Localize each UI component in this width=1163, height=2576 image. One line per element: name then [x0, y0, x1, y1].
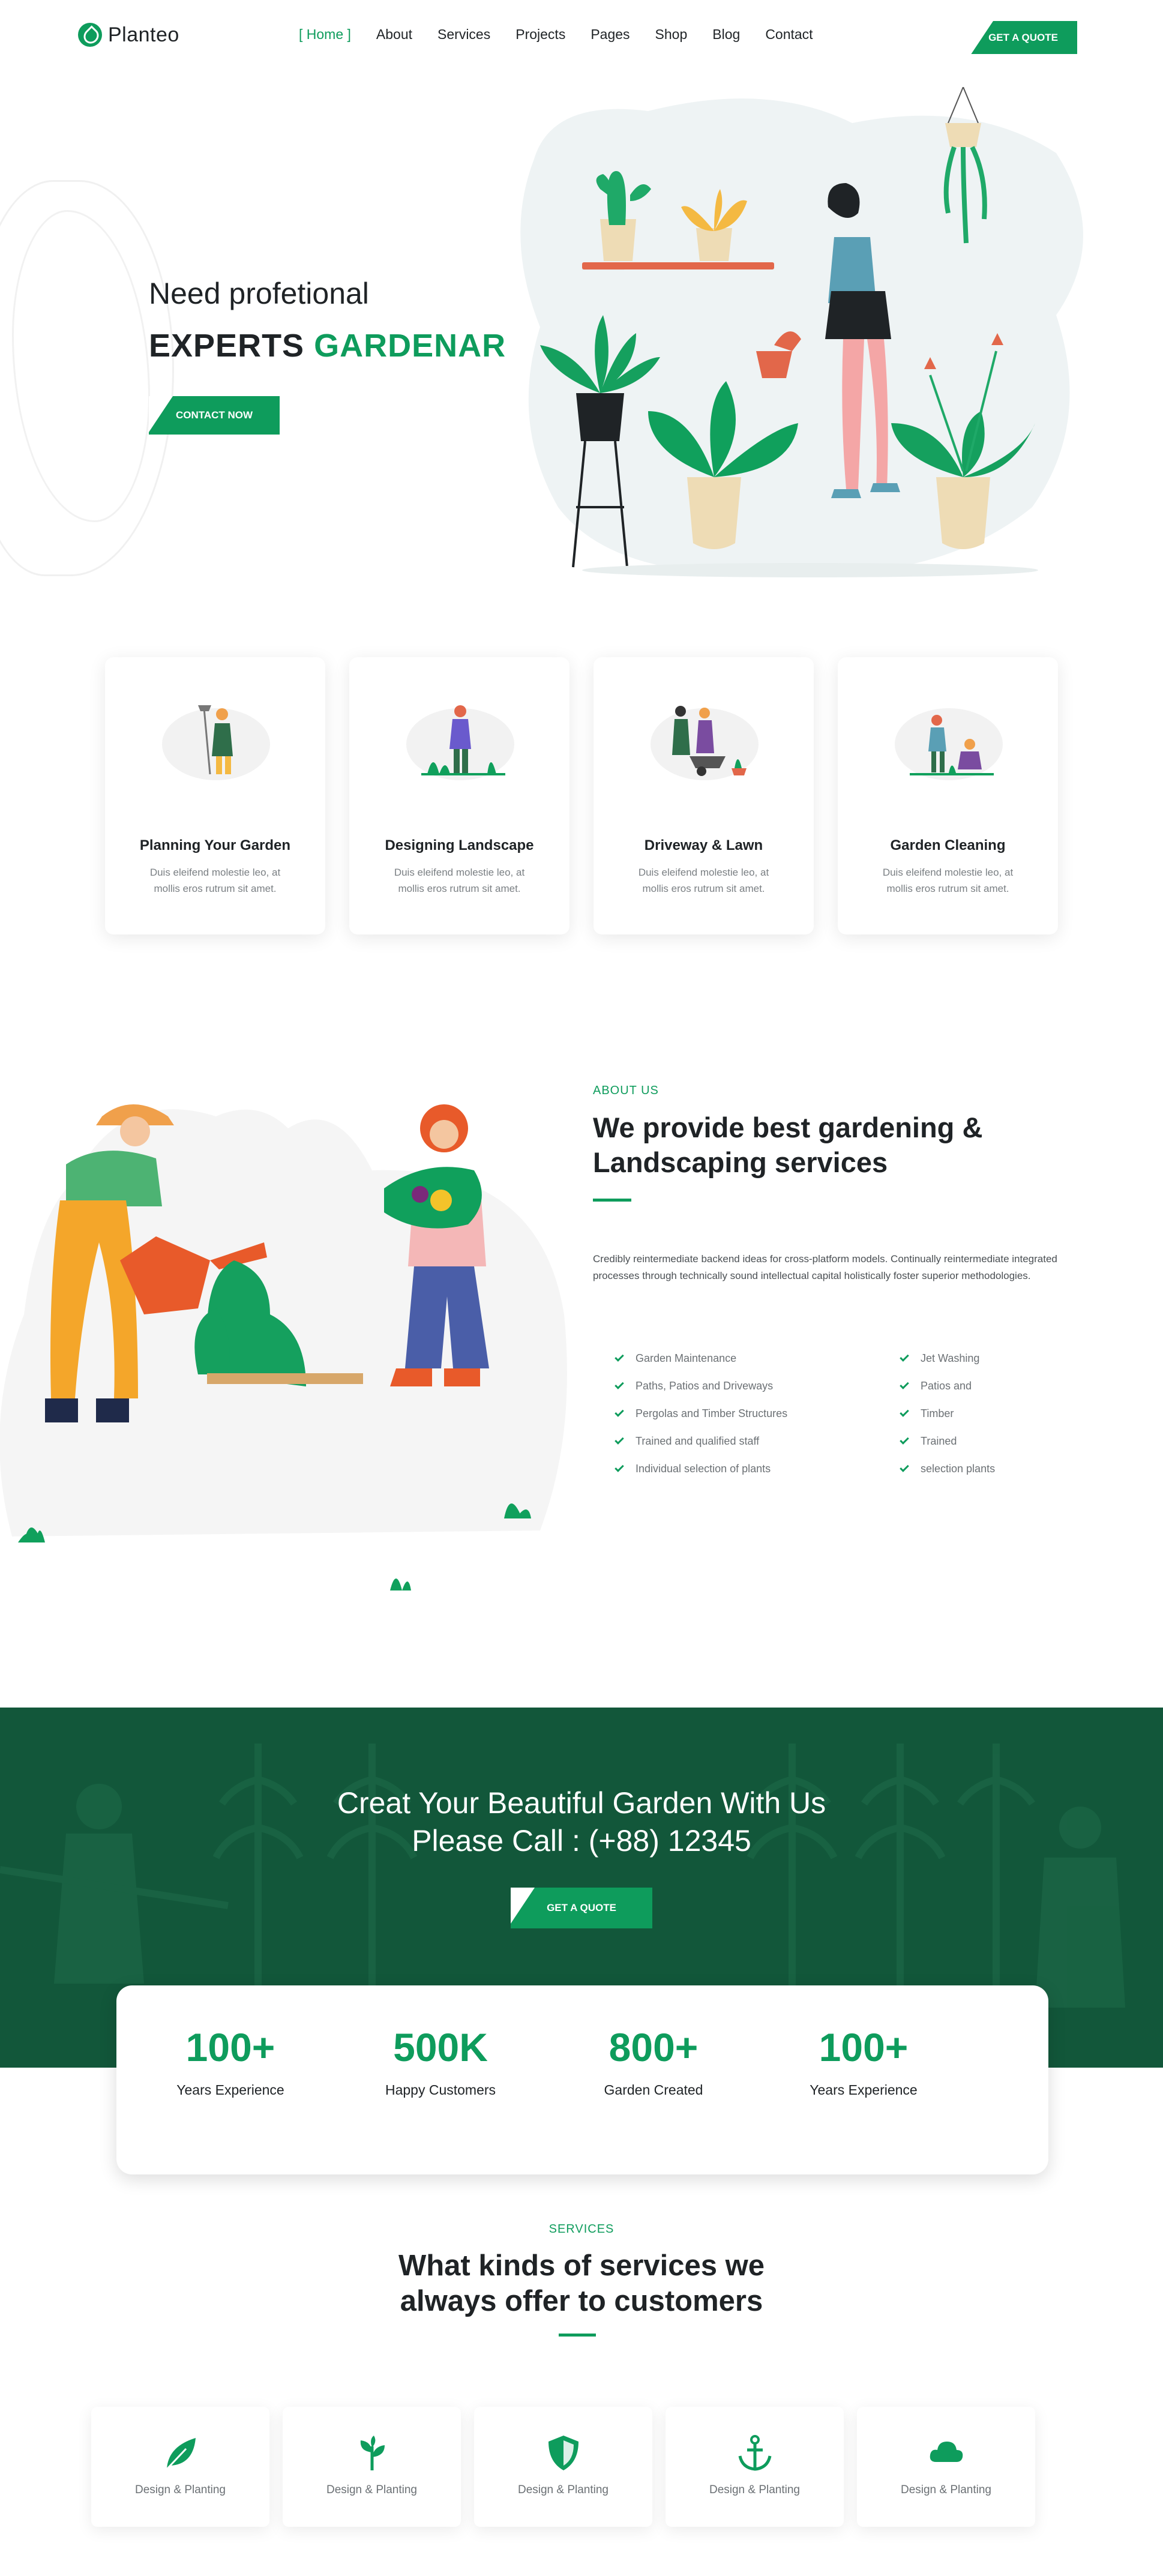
main-menu: Home About Services Projects Pages Shop …	[299, 26, 838, 43]
stat-value: 500K	[393, 2025, 488, 2069]
sprout-icon	[360, 2436, 385, 2470]
stat-label: Happy Customers	[385, 2082, 496, 2098]
gardener-rake-illustration	[162, 705, 270, 780]
list-item: Patios and	[900, 1372, 995, 1400]
cloud-icon	[930, 2442, 963, 2462]
list-item: Garden Maintenance	[615, 1344, 787, 1372]
check-icon	[900, 1380, 909, 1389]
check-icon	[900, 1352, 909, 1362]
nav-shop[interactable]: Shop	[655, 26, 688, 43]
service-label: Design & Planting	[900, 2484, 992, 2496]
list-item: Timber	[900, 1400, 995, 1427]
feature-card[interactable]: Planning Your Garden Duis eleifend moles…	[105, 657, 325, 934]
nav-contact[interactable]: Contact	[765, 26, 813, 43]
services-checklist-left: Garden Maintenance Paths, Patios and Dri…	[615, 1344, 787, 1482]
feature-cards: Planning Your Garden Duis eleifend moles…	[105, 657, 1059, 936]
anchor-icon	[738, 2435, 772, 2471]
service-card[interactable]: Design & Planting	[666, 2407, 844, 2527]
check-icon	[900, 1407, 909, 1417]
nav-projects[interactable]: Projects	[515, 26, 565, 43]
gardener-watering-plants-illustration	[520, 87, 1083, 577]
list-item: Pergolas and Timber Structures	[615, 1400, 787, 1427]
list-item: Individual selection of plants	[615, 1455, 787, 1482]
stat-item: 800+ Garden Created	[557, 2024, 750, 2098]
check-icon	[900, 1463, 909, 1472]
stat-item: 500K Happy Customers	[344, 2024, 536, 2098]
about-label: ABOUT US	[593, 1084, 659, 1097]
nav-pages[interactable]: Pages	[591, 26, 630, 43]
hero-title: EXPERTS GARDENAR	[149, 328, 506, 364]
service-label: Design & Planting	[134, 2484, 226, 2496]
service-label: Design & Planting	[326, 2484, 418, 2496]
top-navigation: Planteo Home About Services Projects Pag…	[0, 0, 1163, 75]
gardener-watering-illustration	[406, 705, 514, 780]
service-card[interactable]: Design & Planting	[857, 2407, 1035, 2527]
gardeners-with-watering-can-illustration	[0, 1104, 567, 1590]
stats-panel: 100+ Years Experience 500K Happy Custome…	[116, 1985, 1048, 2174]
feature-title: Planning Your Garden	[139, 837, 291, 853]
stat-label: Years Experience	[810, 2082, 918, 2098]
services-title: What kinds of services we	[398, 2249, 765, 2282]
wheelbarrow-illustration	[651, 706, 759, 780]
list-item: selection plants	[900, 1455, 995, 1482]
nav-about[interactable]: About	[376, 26, 412, 43]
feature-title: Garden Cleaning	[890, 837, 1006, 853]
brand-name: Planteo	[108, 23, 179, 46]
logo[interactable]: Planteo	[78, 23, 179, 47]
stat-label: Garden Created	[604, 2082, 703, 2098]
leaf-icon	[166, 2438, 196, 2470]
feature-card[interactable]: Driveway & Lawn Duis eleifend molestie l…	[594, 657, 814, 934]
nav-services[interactable]: Services	[437, 26, 490, 43]
services-list: Design & Planting Design & Planting Desi…	[91, 2407, 1035, 2527]
service-label: Design & Planting	[517, 2484, 609, 2496]
stat-label: Years Experience	[176, 2082, 284, 2098]
list-item: Trained and qualified staff	[615, 1427, 787, 1455]
services-title: always offer to customers	[400, 2285, 763, 2317]
nav-blog[interactable]: Blog	[712, 26, 740, 43]
title-underline	[559, 2334, 596, 2337]
hero-subtitle: Need profetional	[149, 277, 369, 310]
services-checklist-right: Jet Washing Patios and Timber Trained se…	[900, 1344, 995, 1482]
check-icon	[615, 1380, 624, 1389]
feature-title: Driveway & Lawn	[644, 837, 763, 853]
check-icon	[615, 1463, 624, 1472]
cta-get-a-quote-button[interactable]: GET A QUOTE	[511, 1888, 652, 1928]
stat-value: 800+	[609, 2025, 699, 2069]
list-item: Jet Washing	[900, 1344, 995, 1372]
shield-icon	[548, 2436, 578, 2470]
gardeners-planting-illustration	[895, 708, 1003, 780]
stat-item: 100+ Years Experience	[768, 2024, 960, 2098]
feature-text: Duis eleifend molestie leo, at mollis er…	[638, 867, 769, 894]
feature-card[interactable]: Designing Landscape Duis eleifend molest…	[349, 657, 569, 934]
feature-text: Duis eleifend molestie leo, at mollis er…	[149, 867, 281, 894]
cta-heading: Creat Your Beautiful Garden With Us	[337, 1786, 826, 1820]
stat-item: 100+ Years Experience	[134, 2024, 326, 2098]
leaf-logo-icon	[78, 23, 102, 47]
stat-value: 100+	[185, 2025, 275, 2069]
about-title: We provide best gardening & Landscaping …	[593, 1112, 983, 1178]
check-icon	[615, 1407, 624, 1417]
check-icon	[615, 1352, 624, 1362]
check-icon	[615, 1435, 624, 1445]
service-label: Design & Planting	[709, 2484, 801, 2496]
feature-text: Duis eleifend molestie leo, at mollis er…	[882, 867, 1014, 894]
get-a-quote-button[interactable]: GET A QUOTE	[969, 21, 1077, 54]
feature-title: Designing Landscape	[385, 837, 534, 853]
contact-now-button[interactable]: CONTACT NOW	[149, 396, 280, 435]
list-item: Trained	[900, 1427, 995, 1455]
service-card[interactable]: Design & Planting	[283, 2407, 461, 2527]
stat-value: 100+	[819, 2025, 909, 2069]
service-card[interactable]: Design & Planting	[91, 2407, 269, 2527]
feature-card[interactable]: Garden Cleaning Duis eleifend molestie l…	[838, 657, 1058, 934]
nav-home[interactable]: Home	[299, 26, 351, 43]
about-description: Credibly reintermediate backend ideas fo…	[593, 1253, 1057, 1281]
cta-phone: Please Call : (+88) 12345	[412, 1824, 751, 1858]
services-label: SERVICES	[548, 2222, 615, 2236]
title-underline	[593, 1199, 631, 1202]
list-item: Paths, Patios and Driveways	[615, 1372, 787, 1400]
check-icon	[900, 1435, 909, 1445]
service-card[interactable]: Design & Planting	[474, 2407, 652, 2527]
feature-text: Duis eleifend molestie leo, at mollis er…	[394, 867, 525, 894]
